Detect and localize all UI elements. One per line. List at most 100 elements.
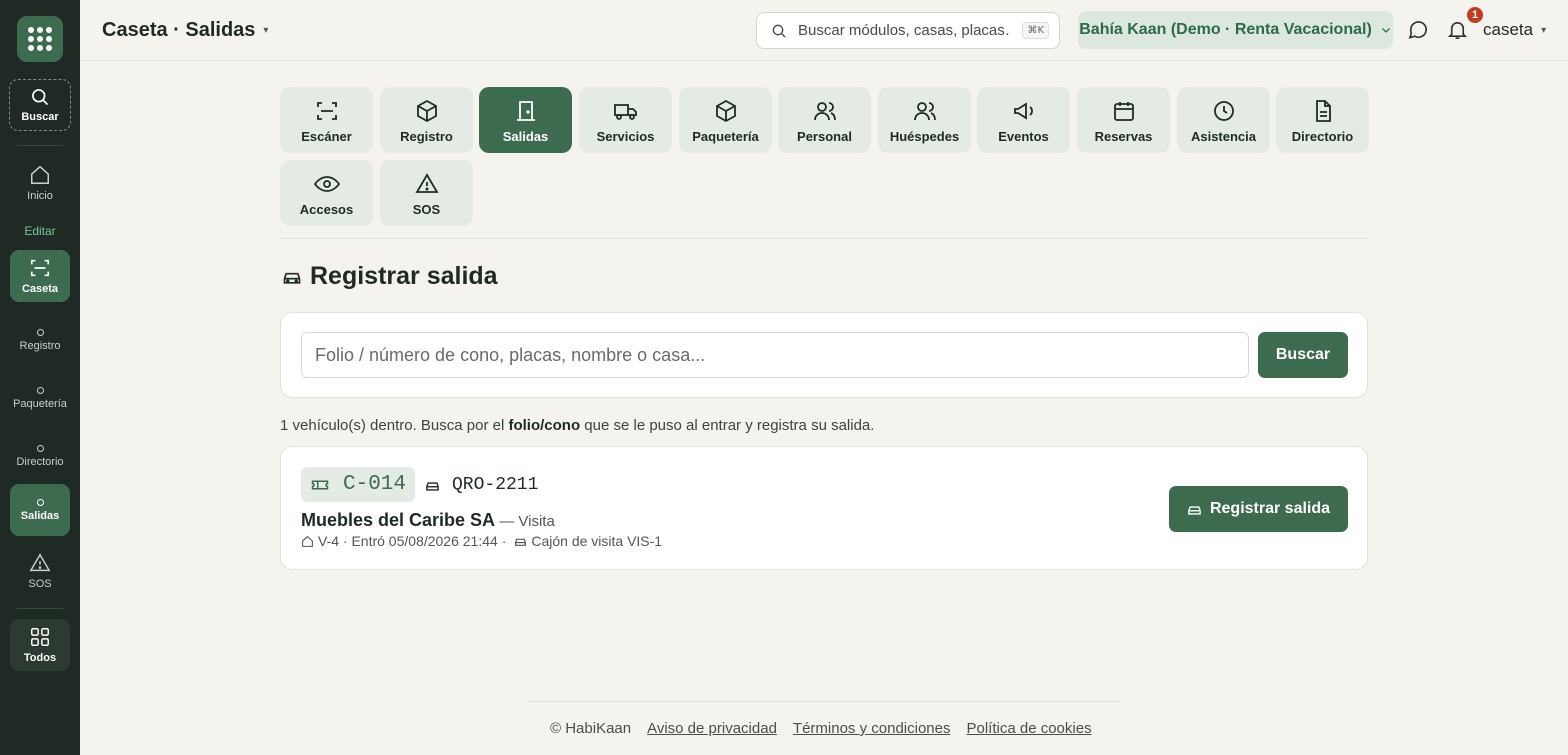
- module-label: Salidas: [502, 128, 549, 144]
- module-label: Servicios: [596, 128, 655, 144]
- parking-spot: Cajón de visita VIS-1: [531, 533, 663, 549]
- module-tile-accesos[interactable]: Accesos: [280, 160, 373, 226]
- chat-bubble-icon: [1408, 21, 1427, 39]
- dot-icon: [36, 444, 44, 452]
- org-selector[interactable]: Bahía Kaan (Demo · Renta Vacacional): [1078, 11, 1393, 49]
- module-tile-huespedes[interactable]: Huéspedes: [878, 87, 971, 153]
- search-button[interactable]: Buscar: [1258, 332, 1348, 378]
- shortcut-hint: ⌘K: [1022, 22, 1049, 39]
- box-icon: [416, 99, 437, 122]
- dot-icon: [36, 498, 44, 506]
- folio-search-input[interactable]: [301, 332, 1249, 378]
- apps-grid-icon: [31, 628, 49, 646]
- global-search-input[interactable]: [798, 22, 1012, 39]
- megaphone-icon: [1013, 101, 1033, 120]
- sidebar-item-registro[interactable]: Registro: [10, 318, 70, 362]
- module-tile-registro[interactable]: Registro: [380, 87, 473, 153]
- visitor-name-text: Muebles del Caribe SA: [301, 510, 496, 530]
- house-entry: V-4 · Entró 05/08/2026 21:44 ·: [318, 533, 507, 549]
- sidebar-item-label: Directorio: [16, 455, 64, 468]
- module-tile-salidas[interactable]: Salidas: [479, 87, 572, 153]
- sidebar-item-label: Todos: [23, 652, 57, 664]
- sidebar-search-button[interactable]: Buscar: [9, 79, 71, 131]
- sidebar-item-inicio[interactable]: Inicio: [10, 160, 70, 206]
- sidebar-item-salidas[interactable]: Salidas: [10, 484, 70, 536]
- home-icon: [31, 165, 49, 184]
- folio-number: C-014: [343, 473, 407, 496]
- module-label: Personal: [797, 128, 852, 144]
- module-label: Directorio: [1291, 128, 1354, 144]
- footer: © HabiKaan Aviso de privacidad Términos …: [550, 720, 1092, 737]
- car-icon: [283, 272, 301, 284]
- register-exit-button[interactable]: Registrar salida: [1169, 486, 1348, 532]
- clock-icon: [1213, 100, 1234, 121]
- user-menu[interactable]: caseta ▾: [1483, 20, 1546, 40]
- eye-icon: [313, 175, 340, 192]
- user-name: caseta: [1483, 20, 1534, 39]
- sidebar-item-label: Inicio: [27, 190, 53, 202]
- copyright: © HabiKaan: [550, 720, 632, 737]
- plate-info: QRO-2211: [425, 475, 538, 495]
- global-search[interactable]: ⌘K: [756, 12, 1060, 49]
- register-exit-label: Registrar salida: [1209, 500, 1331, 517]
- module-tile-directorio[interactable]: Directorio: [1276, 87, 1369, 153]
- caret-down-icon: ▾: [263, 25, 269, 36]
- module-label: Accesos: [299, 201, 354, 217]
- top-header: Caseta · Salidas ▾ ⌘K Bahía Kaan (Demo ·…: [80, 0, 1568, 61]
- module-tile-escaner[interactable]: Escáner: [280, 87, 373, 153]
- ticket-icon: [311, 480, 329, 489]
- plate-number: QRO-2211: [452, 475, 539, 495]
- sidebar-item-label: Registro: [19, 339, 61, 352]
- car-icon: [426, 481, 439, 491]
- module-label: Paquetería: [692, 128, 759, 144]
- sidebar-item-paqueteria[interactable]: Paquetería: [10, 376, 70, 420]
- sidebar-edit-link[interactable]: Editar: [0, 224, 80, 238]
- scan-icon: [30, 259, 50, 277]
- sidebar-search-label: Buscar: [21, 111, 59, 123]
- chat-button[interactable]: [1407, 18, 1430, 41]
- info-prefix: 1 vehículo(s) dentro. Busca por el: [280, 417, 509, 434]
- module-tile-reservas[interactable]: Reservas: [1077, 87, 1170, 153]
- module-tile-eventos[interactable]: Eventos: [977, 87, 1070, 153]
- file-icon: [1315, 99, 1331, 122]
- sidebar: Buscar Inicio Editar Caseta Registro Paq…: [0, 0, 80, 755]
- vehicle-meta: V-4 · Entró 05/08/2026 21:44 · Cajón de …: [301, 533, 662, 549]
- module-label: Asistencia: [1190, 128, 1257, 144]
- terms-link[interactable]: Términos y condiciones: [793, 720, 951, 737]
- folio-chip: C-014: [301, 467, 415, 502]
- module-tile-asistencia[interactable]: Asistencia: [1177, 87, 1270, 153]
- sidebar-item-label: Salidas: [20, 509, 60, 522]
- module-tile-personal[interactable]: Personal: [778, 87, 871, 153]
- vehicle-card: C-014 QRO-2211 Muebles del Caribe SA — V…: [280, 446, 1368, 570]
- org-name: Bahía Kaan (Demo · Renta Vacacional): [1079, 21, 1372, 38]
- app-grid-logo[interactable]: [17, 16, 63, 62]
- users-icon: [813, 101, 836, 120]
- module-tile-paqueteria[interactable]: Paquetería: [679, 87, 772, 153]
- module-tile-sos[interactable]: SOS: [380, 160, 473, 226]
- sidebar-item-directorio[interactable]: Directorio: [10, 434, 70, 478]
- notifications-button[interactable]: [1446, 18, 1469, 41]
- users-icon: [913, 101, 936, 120]
- section-title: Registrar salida: [282, 262, 498, 291]
- bell-icon: [1447, 21, 1468, 39]
- folio-search-card: Buscar: [280, 312, 1368, 398]
- sidebar-item-sos[interactable]: SOS: [10, 548, 70, 594]
- cookies-link[interactable]: Política de cookies: [967, 720, 1092, 737]
- calendar-icon: [1113, 101, 1134, 121]
- sidebar-divider: [17, 608, 63, 609]
- privacy-link[interactable]: Aviso de privacidad: [647, 720, 777, 737]
- page-title-dropdown[interactable]: Caseta · Salidas ▾: [102, 19, 268, 42]
- sidebar-item-todos[interactable]: Todos: [10, 619, 70, 671]
- module-tile-servicios[interactable]: Servicios: [579, 87, 672, 153]
- notification-badge: 1: [1467, 7, 1483, 23]
- module-label: Reservas: [1094, 128, 1153, 144]
- caret-down-icon: ▾: [1541, 24, 1547, 36]
- warning-icon: [414, 172, 439, 193]
- dot-icon: [36, 328, 44, 336]
- module-label: Huéspedes: [889, 128, 960, 144]
- search-icon: [772, 24, 786, 37]
- sidebar-item-label: Paquetería: [13, 397, 67, 410]
- section-title-text: Registrar salida: [310, 262, 498, 290]
- sidebar-item-caseta[interactable]: Caseta: [10, 250, 70, 302]
- scan-icon: [316, 101, 337, 120]
